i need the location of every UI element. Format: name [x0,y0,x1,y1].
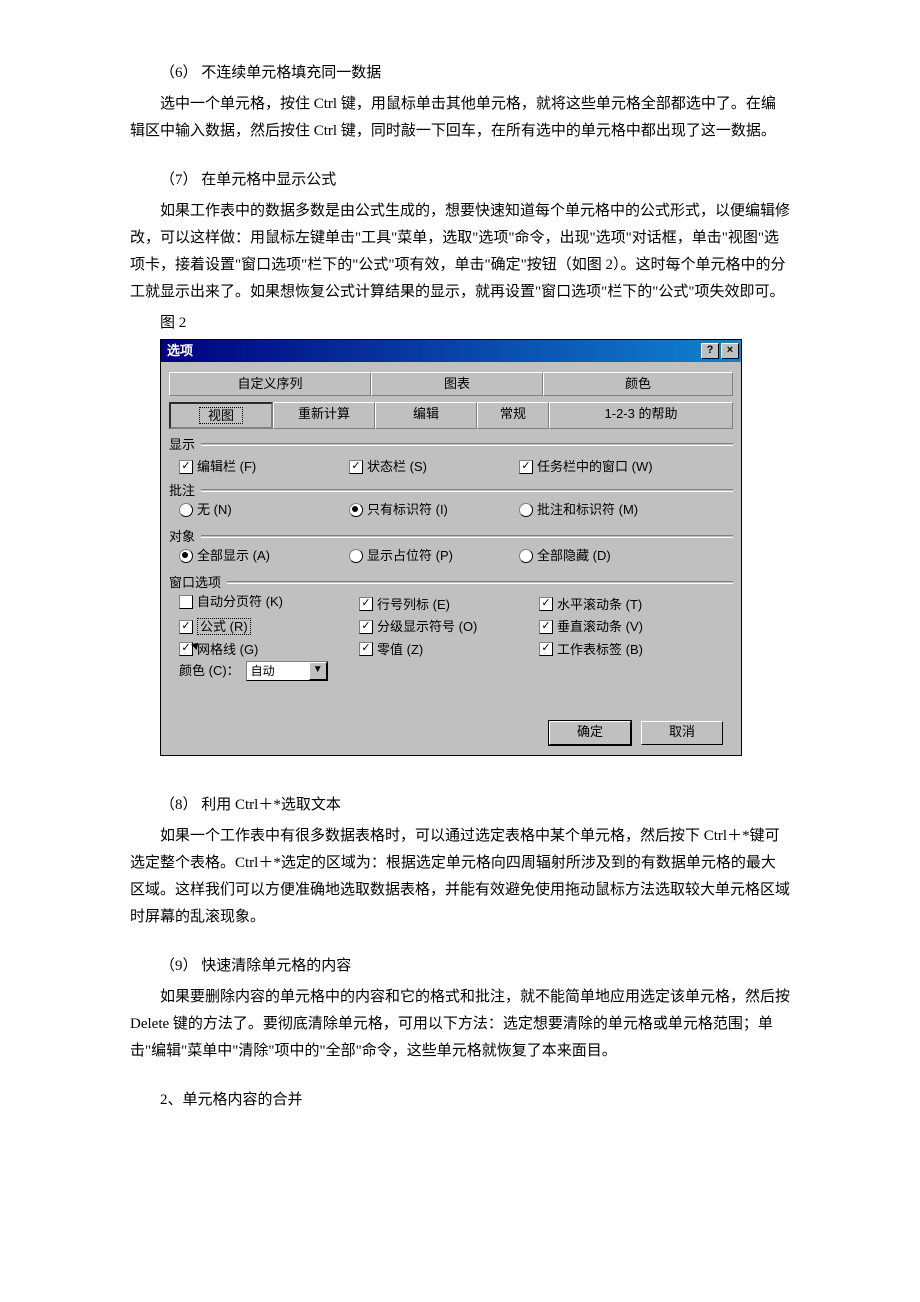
tabs-row-bottom: 视图 重新计算 编辑 常规 1-2-3 的帮助 [169,402,733,430]
section-comments: 批注 无 (N) 只有标识符 (I) 批注和标识符 (M) [169,483,733,521]
chk-vscroll[interactable]: 垂直滚动条 (V) [539,619,643,635]
chk-zero-values[interactable]: 零值 (Z) [359,642,423,658]
dropdown-gridline-color[interactable]: 自动 ▼ [246,661,328,681]
cancel-button[interactable]: 取消 [641,721,723,745]
section-7-body: 如果工作表中的数据多数是由公式生成的，想要快速知道每个单元格中的公式形式，以便编… [130,198,790,306]
dropdown-value: 自动 [247,664,309,678]
section-window-options: 窗口选项 自动分页符 (K) 行号列标 (E) 水平滚动条 (T) 公式 (R)… [169,575,733,682]
options-dialog-figure: 选项 ? × 自定义序列 图表 颜色 视图 重新计算 编辑 常规 1-2-3 的… [160,339,740,756]
chk-outline-symbols[interactable]: 分级显示符号 (O) [359,619,477,635]
rdo-show-all[interactable]: 全部显示 (A) [179,548,270,564]
help-button[interactable]: ? [701,343,719,359]
section-8-body: 如果一个工作表中有很多数据表格时，可以通过选定表格中某个单元格，然后按下 Ctr… [130,823,790,931]
section-7-title: （7） 在单元格中显示公式 [130,167,790,194]
section-6-title: （6） 不连续单元格填充同一数据 [130,60,790,87]
label-display: 显示 [169,437,195,453]
ok-button[interactable]: 确定 [549,721,631,745]
close-button[interactable]: × [721,343,739,359]
tab-custom-lists[interactable]: 自定义序列 [169,372,371,396]
tab-123-help[interactable]: 1-2-3 的帮助 [549,402,733,430]
titlebar: 选项 ? × [161,340,741,362]
chk-sheet-tabs[interactable]: 工作表标签 (B) [539,642,643,658]
dialog-buttons: 确定 取消 [169,721,733,745]
rdo-hide-all[interactable]: 全部隐藏 (D) [519,548,611,564]
tab-view-active[interactable]: 视图 [169,402,273,430]
label-window-options: 窗口选项 [169,575,221,591]
chk-hscroll[interactable]: 水平滚动条 (T) [539,597,642,613]
options-dialog: 选项 ? × 自定义序列 图表 颜色 视图 重新计算 编辑 常规 1-2-3 的… [160,339,742,756]
chevron-down-icon[interactable]: ▼ [309,662,327,680]
label-comments: 批注 [169,483,195,499]
section-2-heading: 2、单元格内容的合并 [130,1087,790,1114]
rdo-indicator-only[interactable]: 只有标识符 (I) [349,502,448,518]
tabs-row-top: 自定义序列 图表 颜色 [169,372,733,396]
rdo-comment-indicator[interactable]: 批注和标识符 (M) [519,502,638,518]
chk-formulas[interactable]: 公式 (R) [179,618,251,636]
rdo-none[interactable]: 无 (N) [179,502,232,518]
tab-calculation[interactable]: 重新计算 [273,402,375,430]
chk-status-bar[interactable]: 状态栏 (S) [349,459,427,475]
dialog-title: 选项 [167,339,193,362]
label-objects: 对象 [169,529,195,545]
label-gridline-color: 颜色 (C)： [179,663,240,679]
section-display: 显示 编辑栏 (F) 状态栏 (S) 任务栏中的窗口 (W) [169,437,733,474]
chk-row-col-headers[interactable]: 行号列标 (E) [359,597,450,613]
chk-taskbar-window[interactable]: 任务栏中的窗口 (W) [519,459,653,475]
section-8-title: （8） 利用 Ctrl＋*选取文本 [130,792,790,819]
tab-general[interactable]: 常规 [477,402,549,430]
section-9-body: 如果要删除内容的单元格中的内容和它的格式和批注，就不能简单地应用选定该单元格，然… [130,984,790,1065]
section-6-body: 选中一个单元格，按住 Ctrl 键，用鼠标单击其他单元格，就将这些单元格全部都选… [130,91,790,145]
section-objects: 对象 全部显示 (A) 显示占位符 (P) 全部隐藏 (D) [169,529,733,567]
section-9-title: （9） 快速清除单元格的内容 [130,953,790,980]
figure-2-label: 图 2 [130,310,790,337]
rdo-placeholders[interactable]: 显示占位符 (P) [349,548,453,564]
tab-color[interactable]: 颜色 [543,372,733,396]
chk-formula-bar[interactable]: 编辑栏 (F) [179,459,256,475]
chk-page-breaks[interactable]: 自动分页符 (K) [179,594,283,610]
chk-gridlines[interactable]: 网格线 (G) [179,642,258,658]
tab-edit[interactable]: 编辑 [375,402,477,430]
tab-chart[interactable]: 图表 [371,372,543,396]
